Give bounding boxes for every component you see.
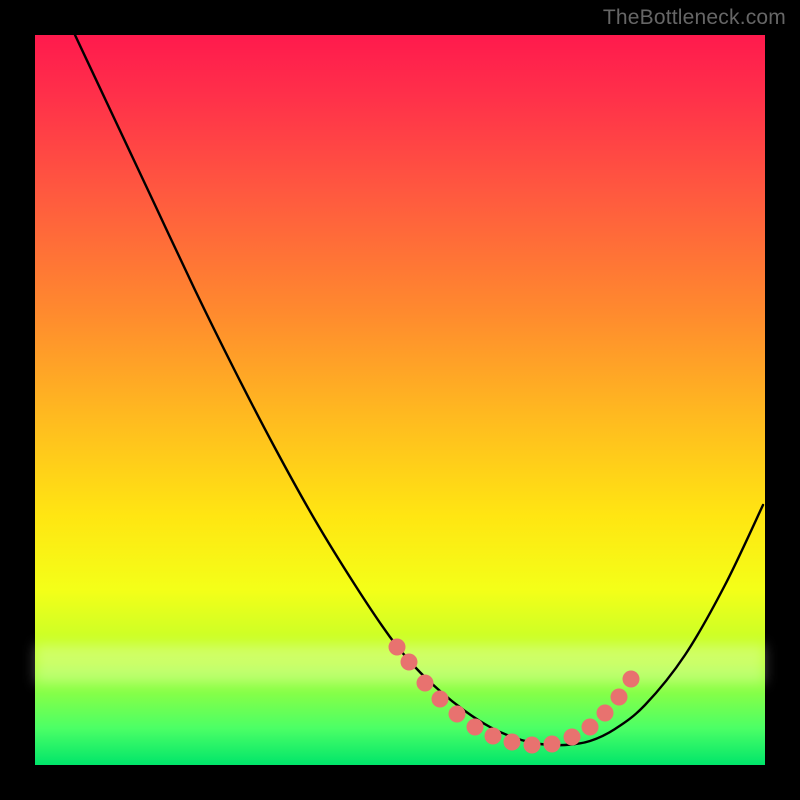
plot-area — [35, 35, 765, 765]
curve-dot — [524, 737, 541, 754]
bottleneck-curve — [75, 35, 763, 745]
curve-dot — [544, 736, 561, 753]
curve-dot — [611, 689, 628, 706]
watermark-text: TheBottleneck.com — [603, 6, 786, 30]
curve-dot — [504, 734, 521, 751]
curve-dot — [449, 706, 466, 723]
curve-dot — [417, 675, 434, 692]
curve-dot — [401, 654, 418, 671]
curve-layer — [35, 35, 765, 765]
curve-dot — [623, 671, 640, 688]
curve-dot — [467, 719, 484, 736]
curve-dot — [485, 728, 502, 745]
curve-dot — [597, 705, 614, 722]
curve-dot — [582, 719, 599, 736]
curve-dot — [389, 639, 406, 656]
curve-dot — [564, 729, 581, 746]
curve-dot — [432, 691, 449, 708]
chart-stage: TheBottleneck.com — [0, 0, 800, 800]
